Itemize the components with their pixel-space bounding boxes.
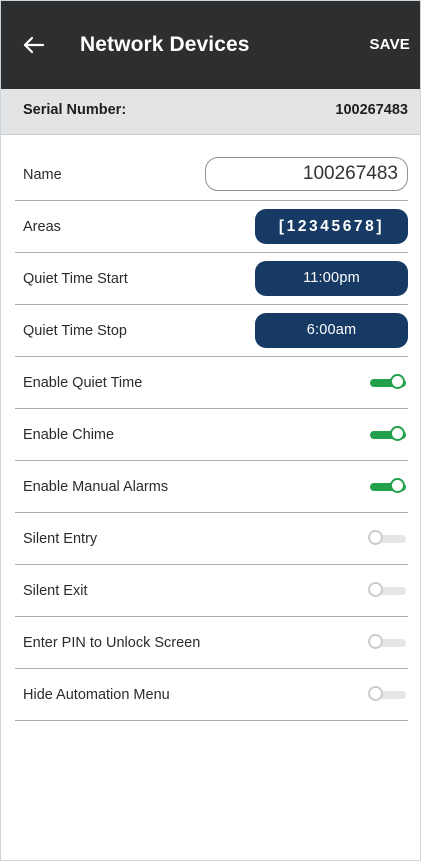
toggle-knob [390,373,405,389]
serial-number-bar: Serial Number: 100267483 [1,89,420,135]
quiet-time-start-button[interactable]: 11:00pm [255,261,408,296]
toggle-knob [368,529,383,545]
toggle-knob [390,425,405,441]
toggle-label: Hide Automation Menu [23,686,170,703]
toggle-row-enable-manual-alarms: Enable Manual Alarms [15,461,408,513]
toggle-row-hide-automation-menu: Hide Automation Menu [15,669,408,721]
silent-entry-toggle[interactable] [368,529,408,549]
screen: Network Devices SAVE Serial Number: 1002… [0,0,421,861]
serial-number-label: Serial Number: [23,102,127,118]
hide-automation-menu-toggle[interactable] [368,685,408,705]
name-field[interactable] [205,157,408,191]
toggle-label: Silent Exit [23,582,88,599]
toggle-label: Enter PIN to Unlock Screen [23,634,201,651]
quiet-time-stop-button[interactable]: 6:00am [255,313,408,348]
toggle-label: Enable Quiet Time [23,374,143,391]
toggle-knob [368,581,383,597]
toggle-knob [390,477,405,493]
areas-button[interactable]: [12345678] [255,209,408,244]
name-label: Name [23,166,62,183]
toggle-row-silent-exit: Silent Exit [15,565,408,617]
toggle-row-enable-chime: Enable Chime [15,409,408,461]
toggle-row-silent-entry: Silent Entry [15,513,408,565]
quiet-time-start-label: Quiet Time Start [23,270,128,287]
arrow-left-icon [17,27,53,63]
silent-exit-toggle[interactable] [368,581,408,601]
settings-list: Name Areas [12345678] Quiet Time Start 1… [15,149,408,721]
quiet-time-stop-label: Quiet Time Stop [23,322,127,339]
toggle-row-enable-quiet-time: Enable Quiet Time [15,357,408,409]
enable-manual-alarms-toggle[interactable] [368,477,408,497]
enable-chime-toggle[interactable] [368,425,408,445]
toggle-label: Silent Entry [23,530,98,547]
page-title: Network Devices [80,33,250,56]
toggle-knob [368,685,383,701]
name-row: Name [15,149,408,201]
top-app-bar: Network Devices SAVE [1,1,420,89]
enable-quiet-time-toggle[interactable] [368,373,408,393]
enter-pin-to-unlock-toggle[interactable] [368,633,408,653]
toggle-label: Enable Chime [23,426,115,443]
toggle-knob [368,633,383,649]
areas-label: Areas [23,218,61,235]
serial-number-value: 100267483 [335,102,408,118]
save-button[interactable]: SAVE [369,35,410,55]
back-button[interactable] [17,27,53,63]
toggle-label: Enable Manual Alarms [23,478,169,495]
quiet-time-stop-row: Quiet Time Stop 6:00am [15,305,408,357]
toggle-row-enter-pin: Enter PIN to Unlock Screen [15,617,408,669]
areas-row: Areas [12345678] [15,201,408,253]
quiet-time-start-row: Quiet Time Start 11:00pm [15,253,408,305]
